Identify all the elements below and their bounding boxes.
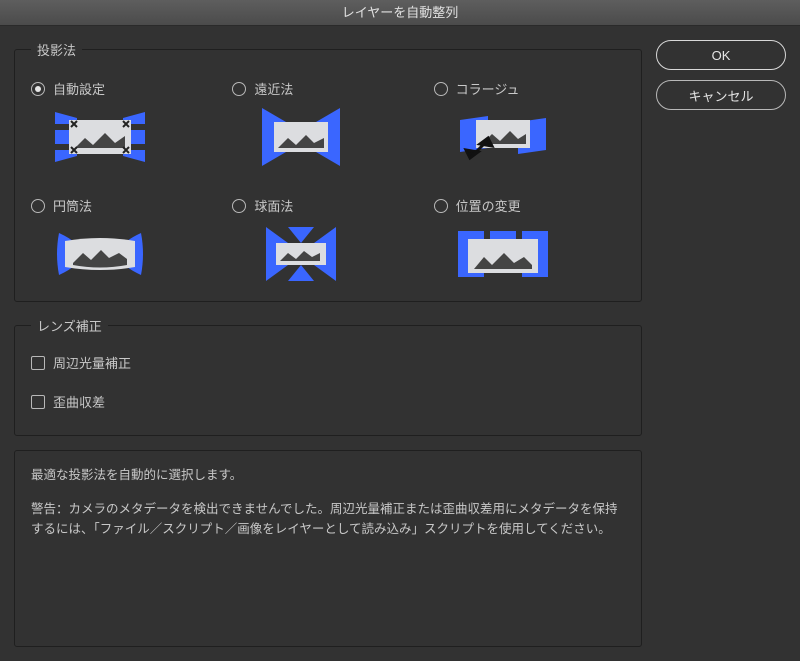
reposition-thumb-icon — [458, 225, 548, 283]
lens-legend: レンズ補正 — [31, 316, 108, 335]
lens-group: レンズ補正 周辺光量補正 歪曲収差 — [14, 316, 642, 436]
perspective-thumb-icon — [256, 108, 346, 166]
ok-button[interactable]: OK — [656, 40, 786, 70]
info-box: 最適な投影法を自動的に選択します。 警告：カメラのメタデータを検出できませんでし… — [14, 450, 642, 647]
option-label: 遠近法 — [254, 79, 293, 98]
distortion-checkbox[interactable]: 歪曲収差 — [31, 392, 625, 411]
projection-group: 投影法 自動設定 — [14, 40, 642, 302]
checkbox-icon — [31, 395, 45, 409]
checkbox-label: 歪曲収差 — [53, 392, 105, 411]
left-column: 投影法 自動設定 — [14, 40, 642, 647]
right-column: OK キャンセル — [656, 40, 786, 647]
option-spherical[interactable]: 球面法 — [232, 196, 423, 283]
checkbox-icon — [31, 356, 45, 370]
projection-legend: 投影法 — [31, 40, 82, 59]
option-cylindrical[interactable]: 円筒法 — [31, 196, 222, 283]
lens-options: 周辺光量補正 歪曲収差 — [31, 353, 625, 411]
radio-icon — [232, 199, 246, 213]
radio-icon — [434, 199, 448, 213]
radio-icon — [232, 82, 246, 96]
option-label: 位置の変更 — [456, 196, 521, 215]
option-auto[interactable]: 自動設定 — [31, 79, 222, 166]
option-label: コラージュ — [456, 79, 520, 98]
spherical-thumb-icon — [256, 225, 346, 283]
projection-options: 自動設定 — [31, 79, 625, 283]
dialog-body: 投影法 自動設定 — [0, 26, 800, 661]
titlebar: レイヤーを自動整列 — [0, 0, 800, 26]
info-line2: 警告：カメラのメタデータを検出できませんでした。周辺光量補正または歪曲収差用にメ… — [31, 499, 625, 539]
vignette-checkbox[interactable]: 周辺光量補正 — [31, 353, 625, 372]
auto-thumb-icon — [55, 108, 145, 166]
option-collage[interactable]: コラージュ — [434, 79, 625, 166]
option-label: 円筒法 — [53, 196, 92, 215]
radio-icon — [434, 82, 448, 96]
checkbox-label: 周辺光量補正 — [53, 353, 131, 372]
radio-icon — [31, 82, 45, 96]
option-label: 球面法 — [254, 196, 293, 215]
option-label: 自動設定 — [53, 79, 105, 98]
radio-icon — [31, 199, 45, 213]
info-line1: 最適な投影法を自動的に選択します。 — [31, 465, 625, 485]
collage-thumb-icon — [458, 108, 548, 166]
button-label: OK — [712, 48, 731, 63]
window-title: レイヤーを自動整列 — [342, 5, 459, 20]
option-reposition[interactable]: 位置の変更 — [434, 196, 625, 283]
cancel-button[interactable]: キャンセル — [656, 80, 786, 110]
option-perspective[interactable]: 遠近法 — [232, 79, 423, 166]
cylindrical-thumb-icon — [55, 225, 145, 283]
button-label: キャンセル — [688, 86, 753, 105]
